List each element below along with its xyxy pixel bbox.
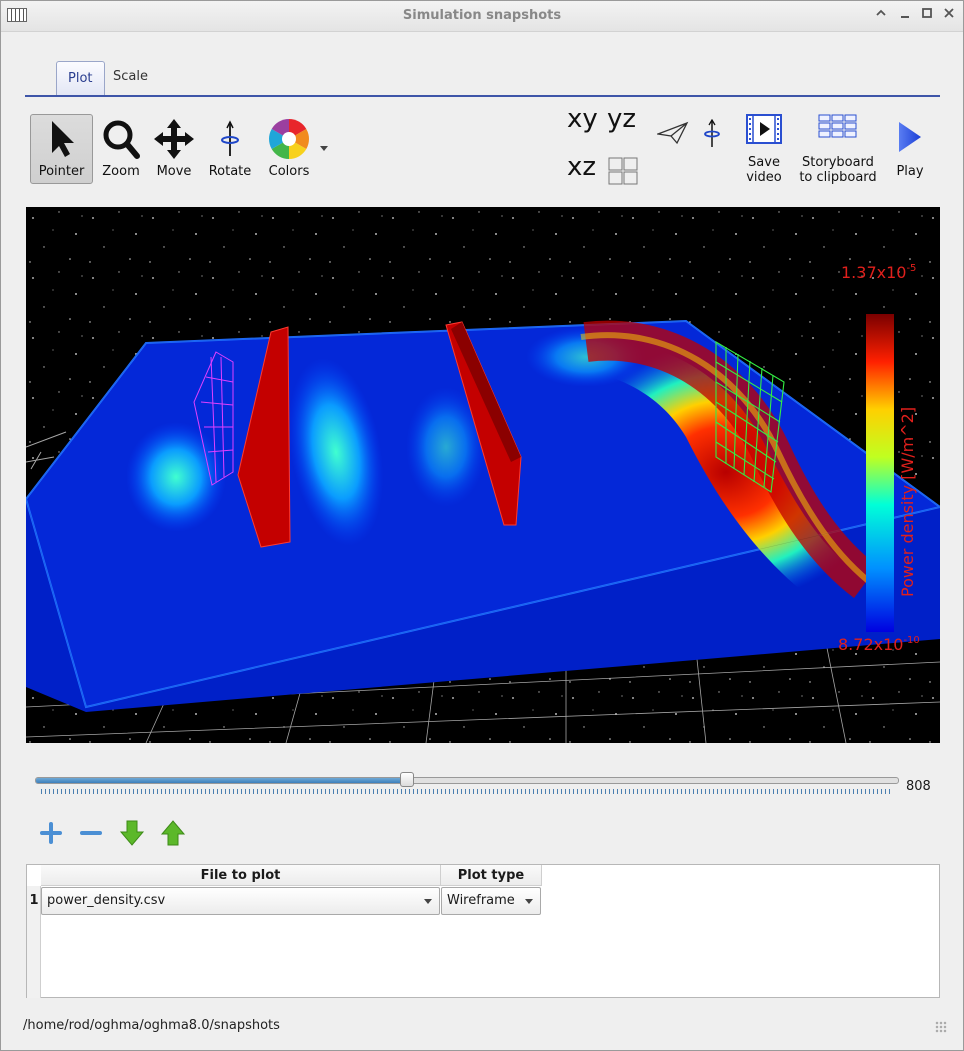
- slider-track[interactable]: [35, 777, 899, 784]
- move-up-icon[interactable]: [159, 819, 187, 847]
- colors-label: Colors: [268, 164, 310, 179]
- move-label: Move: [156, 164, 192, 179]
- row-number[interactable]: 1: [27, 886, 41, 916]
- plot-canvas[interactable]: 1.37x10-5 8.72x10-10 Power density [W/m^…: [26, 207, 940, 743]
- main-window: Simulation snapshots Plot Scale Pointer …: [0, 0, 964, 1051]
- move-arrows-icon: [154, 119, 194, 159]
- pointer-icon: [51, 121, 74, 157]
- colors-dropdown-icon[interactable]: [320, 146, 328, 152]
- save-video-label-line2: video: [746, 170, 782, 185]
- add-icon[interactable]: [37, 819, 65, 847]
- chevron-down-icon: [424, 899, 432, 904]
- move-down-icon[interactable]: [118, 819, 146, 847]
- colorbar-label: Power density [W/m^2]: [898, 407, 917, 597]
- storyboard-button[interactable]: Storyboard to clipboard: [796, 114, 880, 186]
- film-strip-icon: [746, 114, 782, 144]
- view-yz-button[interactable]: yz: [607, 104, 636, 134]
- save-video-label-line1: Save: [748, 155, 780, 170]
- column-header-file[interactable]: File to plot: [41, 865, 441, 886]
- view-xz-button[interactable]: xz: [567, 152, 596, 182]
- tab-scale[interactable]: Scale: [102, 59, 159, 95]
- rotate-label: Rotate: [208, 164, 252, 179]
- frame-slider[interactable]: [35, 772, 901, 799]
- window-minimize-icon[interactable]: [895, 6, 915, 26]
- magnifier-icon: [103, 120, 140, 159]
- move-button[interactable]: Move: [149, 114, 199, 184]
- pointer-button[interactable]: Pointer: [30, 114, 93, 184]
- column-header-plot-type[interactable]: Plot type: [441, 865, 542, 886]
- window-title: Simulation snapshots: [402, 8, 562, 23]
- color-wheel-icon: [269, 119, 309, 159]
- view-xy-button[interactable]: xy: [567, 104, 598, 134]
- frame-value: 808: [906, 779, 931, 794]
- play-icon: [899, 122, 921, 152]
- storyboard-label-line1: Storyboard: [802, 155, 874, 170]
- colorbar-max: 1.37x10-5: [841, 263, 916, 282]
- file-to-plot-value: power_density.csv: [47, 893, 166, 908]
- storyboard-grid-icon: [818, 114, 857, 138]
- remove-icon[interactable]: [77, 819, 105, 847]
- file-table: File to plot Plot type 1 power_density.c…: [26, 864, 940, 998]
- rotate-view-icon[interactable]: [701, 119, 723, 149]
- slider-ticks: [41, 789, 893, 794]
- tab-plot[interactable]: Plot: [56, 61, 105, 95]
- title-bar: Simulation snapshots: [1, 1, 963, 32]
- play-label: Play: [896, 164, 924, 179]
- window-maximize-icon[interactable]: [917, 6, 937, 26]
- four-view-icon[interactable]: [608, 157, 638, 185]
- storyboard-label-line2: to clipboard: [799, 170, 877, 185]
- resize-grip-icon[interactable]: [935, 1021, 947, 1033]
- slider-fill: [36, 778, 408, 783]
- slider-handle[interactable]: [399, 772, 414, 787]
- zoom-label: Zoom: [102, 164, 140, 179]
- window-close-icon[interactable]: [939, 6, 959, 26]
- status-path: /home/rod/oghma/oghma8.0/snapshots: [23, 1018, 280, 1033]
- plot-type-value: Wireframe: [447, 893, 515, 908]
- zoom-button[interactable]: Zoom: [97, 114, 145, 184]
- save-video-button[interactable]: Save video: [737, 114, 791, 186]
- rotate-axis-icon: [221, 120, 239, 156]
- play-button[interactable]: Play: [887, 114, 933, 184]
- pointer-label: Pointer: [38, 164, 85, 179]
- colors-button[interactable]: Colors: [261, 114, 331, 184]
- rotate-button[interactable]: Rotate: [204, 114, 256, 184]
- file-to-plot-combo[interactable]: power_density.csv: [41, 887, 440, 915]
- paper-plane-icon[interactable]: [657, 121, 689, 145]
- plot-type-combo[interactable]: Wireframe: [441, 887, 541, 915]
- tab-bar: Plot Scale: [25, 59, 940, 97]
- chevron-down-icon: [525, 899, 533, 904]
- window-shade-icon[interactable]: [871, 6, 891, 26]
